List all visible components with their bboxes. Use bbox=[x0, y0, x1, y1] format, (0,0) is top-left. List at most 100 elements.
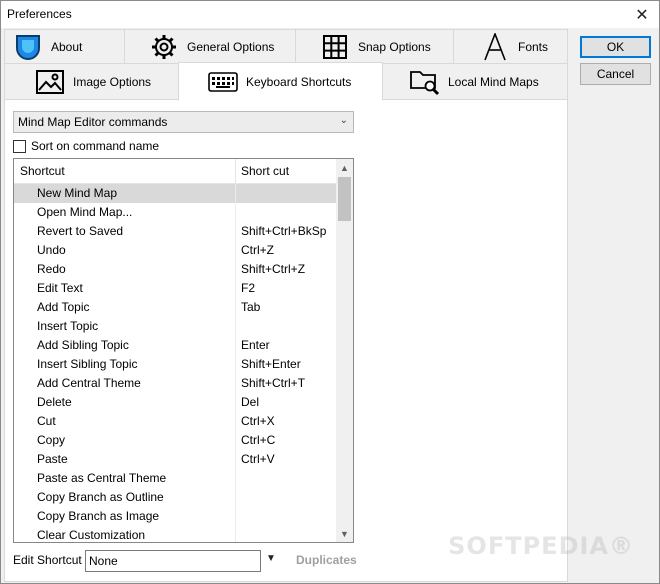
tab-image-options[interactable]: Image Options bbox=[4, 63, 180, 100]
command-shortcut bbox=[236, 507, 241, 526]
command-name: Add Sibling Topic bbox=[14, 336, 236, 355]
list-rows: New Mind Map Open Mind Map... Revert to Sa… bbox=[14, 184, 336, 542]
column-header-shortcut[interactable]: Shortcut bbox=[14, 159, 236, 183]
command-name: Clear Customization bbox=[14, 526, 236, 542]
command-shortcut bbox=[236, 469, 241, 488]
command-shortcut bbox=[236, 184, 241, 203]
command-set-value: Mind Map Editor commands bbox=[18, 115, 168, 129]
command-name: Delete bbox=[14, 393, 236, 412]
list-item[interactable]: Revert to Saved Shift+Ctrl+BkSp bbox=[14, 222, 336, 241]
command-name: Undo bbox=[14, 241, 236, 260]
tab-local-mind-maps-label: Local Mind Maps bbox=[448, 74, 539, 89]
list-item[interactable]: Paste as Central Theme bbox=[14, 469, 336, 488]
gear-icon bbox=[149, 33, 179, 61]
edit-shortcut-input[interactable]: None bbox=[85, 550, 261, 572]
list-item[interactable]: Insert Topic bbox=[14, 317, 336, 336]
command-name: Insert Sibling Topic bbox=[14, 355, 236, 374]
list-item[interactable]: Clear Customization bbox=[14, 526, 336, 542]
command-shortcut: Del bbox=[241, 395, 260, 409]
letter-a-icon bbox=[480, 32, 510, 61]
command-name: Cut bbox=[14, 412, 236, 431]
window-title: Preferences bbox=[7, 7, 72, 21]
scroll-thumb[interactable] bbox=[338, 177, 351, 221]
tab-general-options-label: General Options bbox=[187, 39, 275, 54]
scroll-down-icon[interactable]: ▼ bbox=[336, 525, 353, 542]
column-header-short-cut[interactable]: Short cut bbox=[236, 159, 289, 183]
command-name: Insert Topic bbox=[14, 317, 236, 336]
cancel-button[interactable]: Cancel bbox=[580, 63, 651, 85]
list-item[interactable]: Copy Branch as Outline bbox=[14, 488, 336, 507]
list-item[interactable]: Copy Ctrl+C bbox=[14, 431, 336, 450]
command-name: Copy bbox=[14, 431, 236, 450]
command-name: Paste as Central Theme bbox=[14, 469, 236, 488]
command-name: Paste bbox=[14, 450, 236, 469]
list-item[interactable]: New Mind Map bbox=[14, 184, 336, 203]
list-item[interactable]: Paste Ctrl+V bbox=[14, 450, 336, 469]
command-shortcut: F2 bbox=[241, 281, 256, 295]
command-shortcut: Shift+Enter bbox=[241, 357, 301, 371]
command-name: Add Topic bbox=[14, 298, 236, 317]
command-name: New Mind Map bbox=[14, 184, 236, 203]
tab-about[interactable]: About bbox=[4, 29, 125, 64]
command-name: Copy Branch as Image bbox=[14, 507, 236, 526]
list-item[interactable]: Copy Branch as Image bbox=[14, 507, 336, 526]
chevron-down-icon: ⌄ bbox=[339, 115, 348, 126]
command-shortcut: Shift+Ctrl+BkSp bbox=[241, 224, 327, 238]
command-shortcut: Ctrl+X bbox=[241, 414, 275, 428]
title-bar: Preferences ✕ bbox=[1, 1, 659, 28]
image-icon bbox=[35, 68, 65, 96]
sort-checkbox[interactable] bbox=[13, 139, 26, 153]
vertical-scrollbar[interactable]: ▲ ▼ bbox=[336, 159, 353, 542]
command-set-select[interactable]: Mind Map Editor commands ⌄ bbox=[13, 111, 354, 133]
grid-icon bbox=[320, 33, 350, 61]
shortcuts-list[interactable]: Shortcut Short cut New Mind Map Open Mind… bbox=[13, 158, 354, 543]
tab-general-options[interactable]: General Options bbox=[124, 29, 296, 64]
keyboard-icon bbox=[208, 68, 238, 96]
command-shortcut bbox=[236, 203, 241, 222]
list-header: Shortcut Short cut bbox=[14, 159, 336, 184]
list-item[interactable]: Add Sibling Topic Enter bbox=[14, 336, 336, 355]
close-icon[interactable]: ✕ bbox=[625, 1, 659, 28]
tab-fonts-label: Fonts bbox=[518, 39, 549, 54]
tab-image-options-label: Image Options bbox=[73, 74, 152, 89]
list-item[interactable]: Undo Ctrl+Z bbox=[14, 241, 336, 260]
list-item[interactable]: Open Mind Map... bbox=[14, 203, 336, 222]
command-shortcut: Ctrl+Z bbox=[241, 243, 274, 257]
list-item[interactable]: Insert Sibling Topic Shift+Enter bbox=[14, 355, 336, 374]
duplicates-button[interactable]: Duplicates bbox=[296, 553, 357, 567]
command-shortcut: Shift+Ctrl+T bbox=[241, 376, 306, 390]
list-item[interactable]: Add Topic Tab bbox=[14, 298, 336, 317]
command-name: Redo bbox=[14, 260, 236, 279]
list-item[interactable]: Cut Ctrl+X bbox=[14, 412, 336, 431]
scroll-up-icon[interactable]: ▲ bbox=[336, 159, 353, 176]
drop-icon bbox=[13, 33, 43, 61]
list-item[interactable]: Edit Text F2 bbox=[14, 279, 336, 298]
command-name: Copy Branch as Outline bbox=[14, 488, 236, 507]
command-shortcut: Shift+Ctrl+Z bbox=[241, 262, 306, 276]
command-shortcut: Enter bbox=[241, 338, 270, 352]
tab-snap-options-label: Snap Options bbox=[358, 39, 431, 54]
sort-checkbox-row[interactable]: Sort on command name bbox=[13, 139, 159, 153]
command-name: Open Mind Map... bbox=[14, 203, 236, 222]
command-name: Revert to Saved bbox=[14, 222, 236, 241]
tab-local-mind-maps[interactable]: Local Mind Maps bbox=[382, 63, 568, 100]
tab-keyboard-shortcuts[interactable]: Keyboard Shortcuts bbox=[178, 62, 383, 101]
tab-fonts[interactable]: Fonts bbox=[453, 29, 568, 64]
command-name: Add Central Theme bbox=[14, 374, 236, 393]
watermark-logo: SOFTPEDIA® bbox=[448, 532, 634, 560]
command-name: Edit Text bbox=[14, 279, 236, 298]
sort-checkbox-label: Sort on command name bbox=[31, 139, 160, 153]
list-item[interactable]: Add Central Theme Shift+Ctrl+T bbox=[14, 374, 336, 393]
list-item[interactable]: Redo Shift+Ctrl+Z bbox=[14, 260, 336, 279]
edit-shortcut-dropdown-icon[interactable]: ▼ bbox=[266, 553, 276, 564]
tab-keyboard-shortcuts-label: Keyboard Shortcuts bbox=[246, 74, 352, 89]
command-shortcut bbox=[236, 488, 241, 507]
edit-shortcut-label: Edit Shortcut bbox=[13, 553, 82, 567]
command-shortcut: Tab bbox=[241, 300, 261, 314]
command-shortcut bbox=[236, 317, 241, 336]
ok-button[interactable]: OK bbox=[580, 36, 651, 58]
tab-about-label: About bbox=[51, 39, 83, 54]
list-item[interactable]: Delete Del bbox=[14, 393, 336, 412]
tab-snap-options[interactable]: Snap Options bbox=[295, 29, 454, 64]
command-shortcut bbox=[236, 526, 241, 542]
